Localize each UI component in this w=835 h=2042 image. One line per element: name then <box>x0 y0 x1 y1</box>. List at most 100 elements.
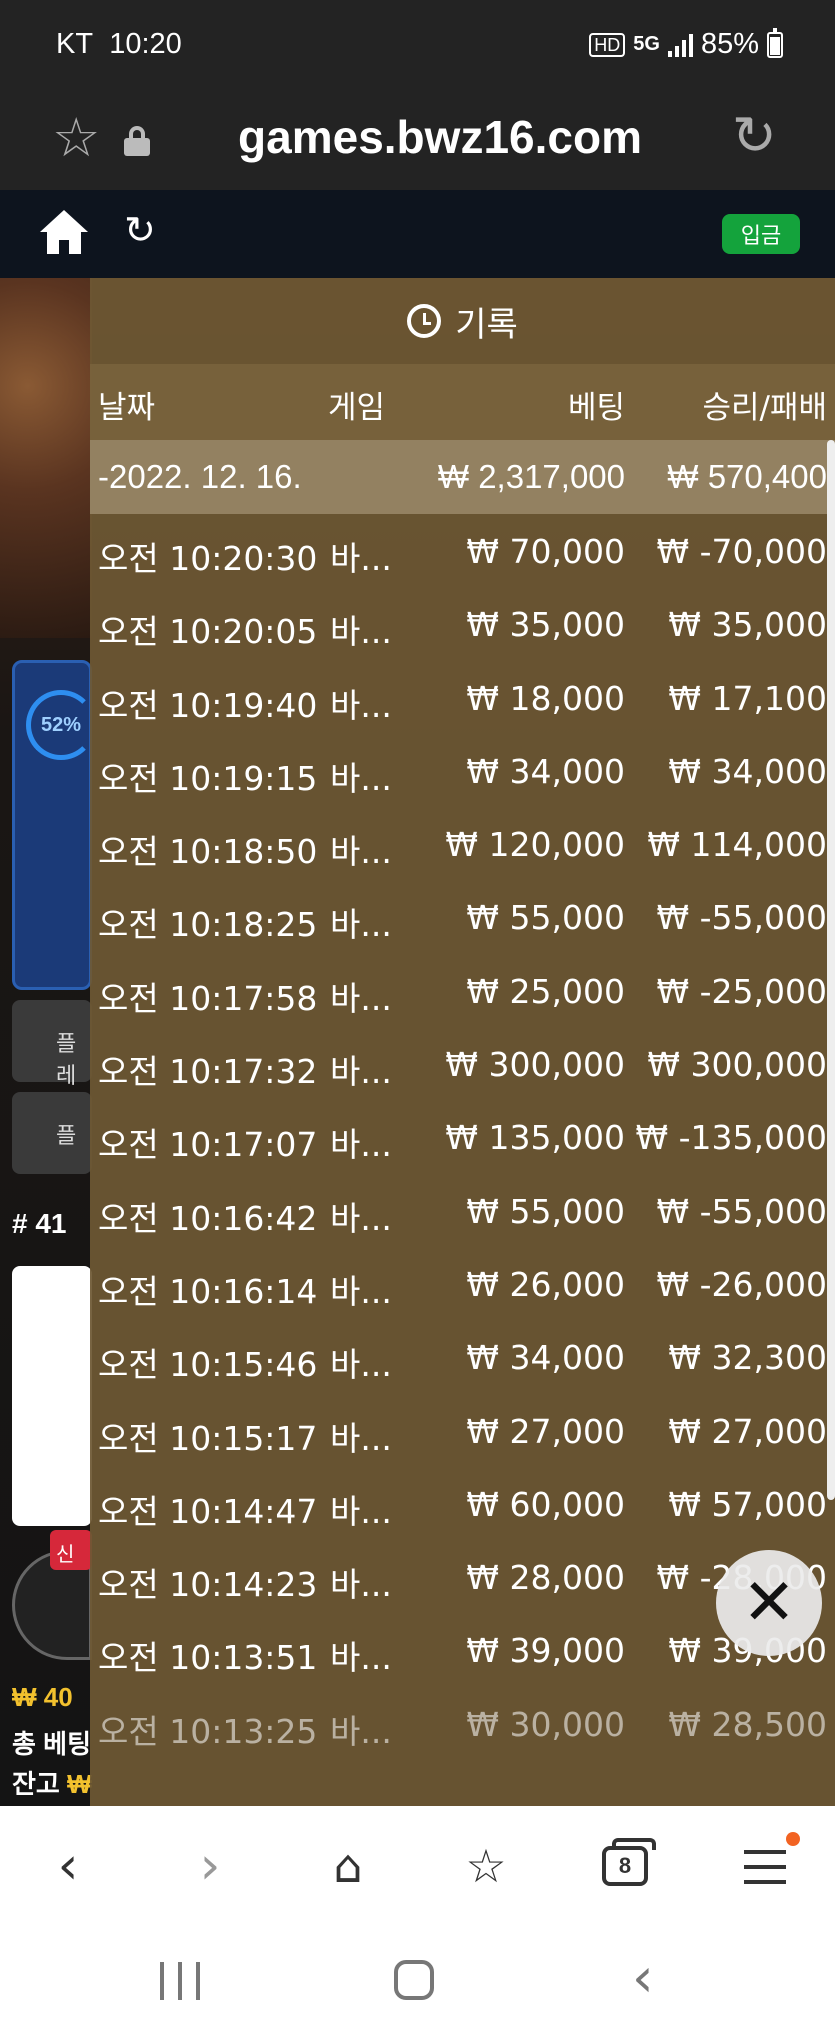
home-page-icon[interactable]: ⌂ <box>318 1836 378 1896</box>
history-date-summary[interactable]: -2022. 12. 16. ₩ 2,317,000 ₩ 570,400 <box>90 440 835 514</box>
history-row[interactable]: 오전 10:20:05 바... ₩ 35,000 ₩ 35,000 <box>90 587 835 660</box>
row-result: ₩ 17,100 <box>668 678 827 718</box>
history-row[interactable]: 오전 10:15:46 바... ₩ 34,000 ₩ 32,300 <box>90 1320 835 1393</box>
row-bet: ₩ 35,000 <box>466 605 625 645</box>
row-time: 오전 10:19:15 <box>98 758 318 798</box>
url-text[interactable]: games.bwz16.com <box>200 110 680 164</box>
history-row[interactable]: 오전 10:20:30 바... ₩ 70,000 ₩ -70,000 <box>90 514 835 587</box>
row-time: 오전 10:20:05 <box>98 612 318 652</box>
col-bet: 베팅 <box>567 390 625 426</box>
row-time: 오전 10:20:30 <box>98 539 318 578</box>
history-row[interactable]: 오전 10:17:58 바... ₩ 25,000 ₩ -25,000 <box>90 954 835 1027</box>
row-result: ₩ 35,000 <box>668 605 827 645</box>
col-game: 게임 <box>328 390 386 426</box>
row-bet: ₩ 55,000 <box>466 898 625 938</box>
casino-scene <box>0 278 92 638</box>
history-row[interactable]: 오전 10:19:40 바... ₩ 18,000 ₩ 17,100 <box>90 661 835 734</box>
col-date: 날짜 <box>98 390 156 426</box>
history-row[interactable]: 오전 10:17:32 바... ₩ 300,000 ₩ 300,000 <box>90 1027 835 1100</box>
balance-value: ₩ <box>67 1769 92 1799</box>
row-game: 바... <box>330 1271 392 1311</box>
row-game: 바... <box>330 905 392 945</box>
row-game: 바... <box>330 1345 392 1385</box>
history-title: 기록 <box>455 304 518 345</box>
system-back-icon[interactable]: ‹ <box>632 1946 654 2009</box>
row-result: ₩ -135,000 <box>635 1118 828 1158</box>
percent-ring: 52% <box>26 690 96 760</box>
row-bet: ₩ 70,000 <box>466 532 625 571</box>
status-carrier-time: KT 10:20 <box>56 28 182 60</box>
history-row[interactable]: 오전 10:14:47 바... ₩ 60,000 ₩ 57,000 <box>90 1467 835 1540</box>
history-header: 기록 <box>90 278 835 364</box>
row-bet: ₩ 26,000 <box>466 1264 625 1304</box>
row-bet: ₩ 34,000 <box>466 1338 625 1378</box>
lock-icon[interactable] <box>124 126 150 156</box>
row-result: ₩ 32,300 <box>668 1338 827 1378</box>
system-home-icon[interactable] <box>394 1960 434 2000</box>
game-button-2[interactable]: 플 <box>12 1092 92 1174</box>
round-number: # 41 <box>12 1208 67 1239</box>
row-time: 오전 10:16:42 <box>98 1198 318 1238</box>
row-bet: ₩ 120,000 <box>445 825 625 865</box>
summary-date: -2022. 12. 16. <box>98 458 302 495</box>
row-result: ₩ -26,000 <box>656 1264 828 1304</box>
row-result: ₩ 114,000 <box>647 825 827 865</box>
game-button-1[interactable]: 플레 <box>12 1000 92 1088</box>
reload-icon[interactable]: ↻ <box>732 104 777 167</box>
battery-percent: 85% <box>700 28 759 60</box>
system-nav: ‹ <box>0 1924 835 2042</box>
signal-icon <box>667 33 693 57</box>
history-row[interactable]: 오전 10:16:42 바... ₩ 55,000 ₩ -55,000 <box>90 1174 835 1247</box>
hd-icon: HD <box>589 32 626 57</box>
bookmark-star-icon[interactable]: ☆ <box>52 106 100 169</box>
row-bet: ₩ 60,000 <box>466 1484 625 1524</box>
row-time: 오전 10:14:23 <box>98 1565 318 1605</box>
row-result: ₩ -25,000 <box>656 971 828 1011</box>
history-row[interactable]: 오전 10:18:50 바... ₩ 120,000 ₩ 114,000 <box>90 807 835 880</box>
row-time: 오전 10:13:25 <box>98 1711 318 1751</box>
row-time: 오전 10:18:25 <box>98 905 318 945</box>
bookmarks-icon[interactable]: ☆ <box>456 1836 516 1896</box>
tabs-icon[interactable]: 8 <box>602 1838 656 1886</box>
site-nav: ↻ 입금 <box>0 190 835 278</box>
row-result: ₩ -55,000 <box>656 1191 828 1231</box>
row-time: 오전 10:17:32 <box>98 1052 318 1092</box>
history-row[interactable]: 오전 10:18:25 바... ₩ 55,000 ₩ -55,000 <box>90 880 835 953</box>
row-time: 오전 10:15:46 <box>98 1345 318 1385</box>
history-row[interactable]: 오전 10:19:15 바... ₩ 34,000 ₩ 34,000 <box>90 734 835 807</box>
history-scrollbar[interactable] <box>827 440 835 1500</box>
row-time: 오전 10:14:47 <box>98 1491 318 1531</box>
back-icon[interactable]: ‹ <box>38 1836 98 1896</box>
row-bet: ₩ 135,000 <box>445 1118 625 1158</box>
deposit-button[interactable]: 입금 <box>722 214 800 254</box>
row-game: 바... <box>330 832 392 872</box>
battery-icon <box>767 27 783 58</box>
row-bet: ₩ 39,000 <box>466 1631 625 1671</box>
row-result: ₩ 34,000 <box>668 751 827 791</box>
row-result: ₩ -70,000 <box>656 532 828 571</box>
home-icon[interactable] <box>40 210 88 256</box>
col-winloss: 승리/패배 <box>702 390 827 426</box>
history-row[interactable]: 오전 10:15:17 바... ₩ 27,000 ₩ 27,000 <box>90 1394 835 1467</box>
row-game: 바... <box>330 539 392 578</box>
recents-icon[interactable] <box>160 1962 200 2002</box>
row-bet: ₩ 28,000 <box>466 1558 625 1598</box>
row-game: 바... <box>330 1638 392 1678</box>
close-history-button[interactable]: ✕ <box>716 1550 822 1656</box>
row-bet: ₩ 34,000 <box>466 751 625 791</box>
history-row[interactable]: 오전 10:17:07 바... ₩ 135,000 ₩ -135,000 <box>90 1100 835 1173</box>
forward-icon[interactable]: › <box>180 1836 240 1896</box>
new-badge: 신 <box>50 1530 92 1570</box>
refresh-icon[interactable]: ↻ <box>124 208 156 253</box>
menu-icon[interactable] <box>744 1850 786 1884</box>
summary-bet: ₩ 2,317,000 <box>437 458 625 495</box>
row-game: 바... <box>330 1491 392 1531</box>
balance-label-text: 잔고 <box>12 1769 60 1799</box>
row-result: ₩ 28,500 <box>668 1704 827 1744</box>
bead-road <box>12 1266 92 1526</box>
history-row[interactable]: 오전 10:16:14 바... ₩ 26,000 ₩ -26,000 <box>90 1247 835 1320</box>
browser-toolbar: ‹ › ⌂ ☆ 8 <box>0 1806 835 1924</box>
history-row[interactable]: 오전 10:13:25 바... ₩ 30,000 ₩ 28,500 <box>90 1687 835 1760</box>
summary-winloss: ₩ 570,400 <box>667 458 827 495</box>
win-amount: ₩ 40 <box>12 1682 73 1712</box>
